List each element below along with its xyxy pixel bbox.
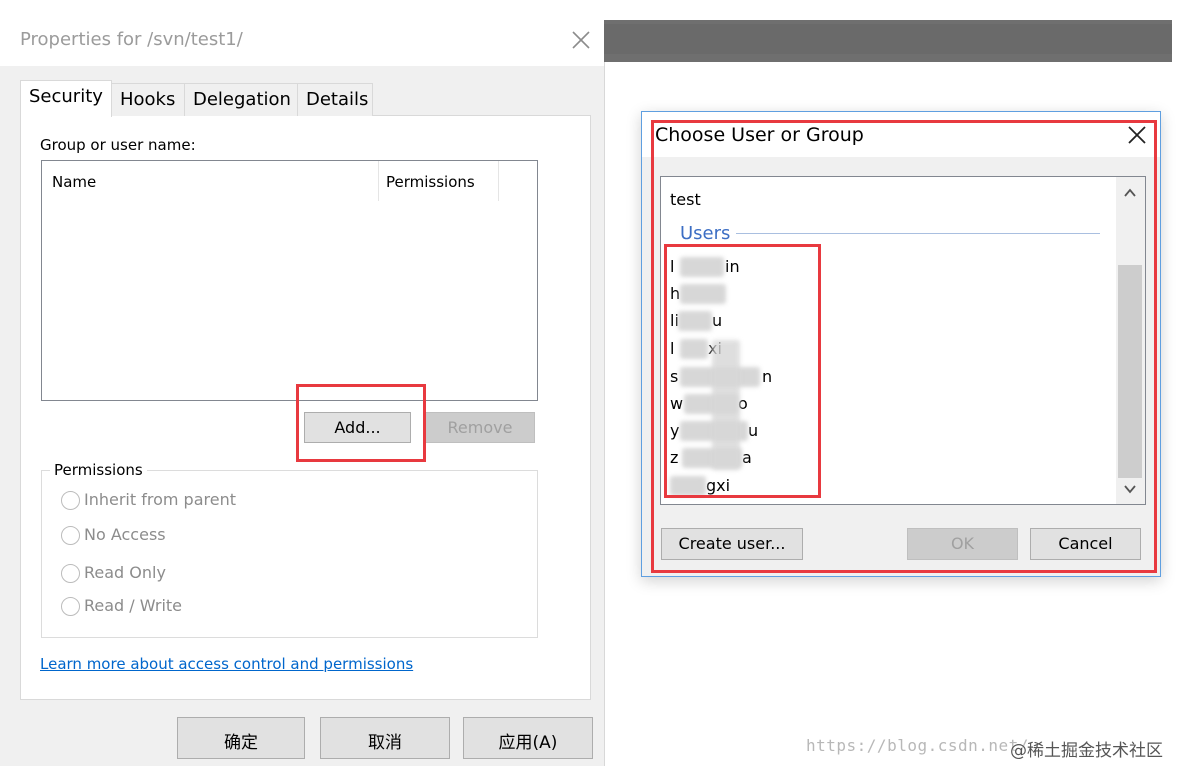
ok-button[interactable]: 确定 — [177, 717, 305, 759]
radio-label: Read Only — [84, 563, 166, 582]
tab-details[interactable]: Details — [297, 83, 373, 116]
dialog-title: Properties for /svn/test1/ — [20, 29, 243, 50]
highlight-box — [664, 244, 821, 498]
column-divider — [498, 161, 499, 201]
column-divider — [378, 161, 379, 201]
tab-delegation[interactable]: Delegation — [184, 83, 298, 116]
radio-button[interactable] — [61, 526, 80, 545]
background-window-bar — [604, 24, 1172, 54]
window-divider — [604, 62, 605, 766]
radio-label: Inherit from parent — [84, 490, 236, 509]
tab-security[interactable]: Security — [20, 80, 112, 117]
properties-dialog: Properties for /svn/test1/ Security Hook… — [0, 0, 604, 766]
tab-label: Security — [29, 86, 103, 107]
watermark-site: @稀土掘金技术社区 — [1010, 741, 1163, 761]
radio-label: No Access — [84, 525, 166, 544]
highlight-box — [296, 384, 426, 462]
help-link[interactable]: Learn more about access control and perm… — [40, 655, 413, 673]
radio-button[interactable] — [61, 491, 80, 510]
tab-label: Hooks — [120, 89, 176, 110]
tab-label: Details — [306, 89, 369, 110]
background-window-titlebar — [604, 20, 1172, 62]
apply-button[interactable]: 应用(A) — [463, 717, 593, 759]
radio-button[interactable] — [61, 564, 80, 583]
column-header-permissions[interactable]: Permissions — [386, 173, 475, 191]
tab-hooks[interactable]: Hooks — [111, 83, 185, 116]
cancel-button[interactable]: 取消 — [320, 717, 450, 759]
close-icon[interactable] — [571, 29, 591, 51]
radio-label: Read / Write — [84, 596, 183, 615]
radio-button[interactable] — [61, 597, 80, 616]
group-or-user-label: Group or user name: — [40, 136, 196, 154]
user-permissions-list[interactable]: Name Permissions — [41, 160, 538, 401]
permissions-group-title: Permissions — [50, 461, 147, 479]
remove-button[interactable]: Remove — [425, 412, 535, 443]
watermark-url: https://blog.csdn.net/ — [806, 736, 1029, 755]
tab-label: Delegation — [193, 89, 291, 110]
column-header-name[interactable]: Name — [52, 173, 96, 191]
